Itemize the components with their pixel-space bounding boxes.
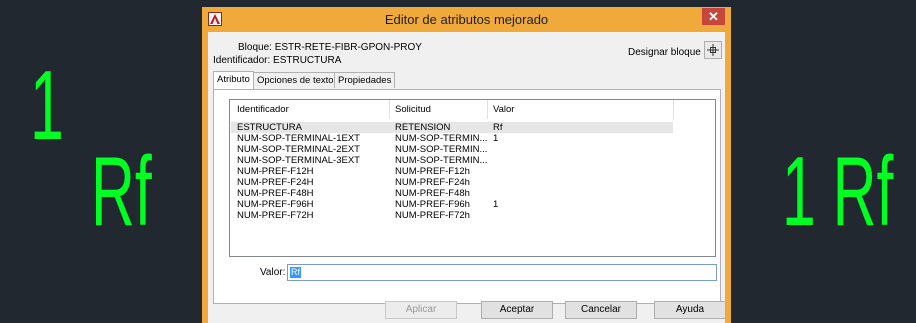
cell-identificador: NUM-SOP-TERMINAL-1EXT — [237, 133, 360, 144]
list-row-estructura[interactable]: ESTRUCTURA RETENSION Rf — [231, 122, 673, 133]
select-block-label: Designar bloque — [628, 47, 701, 58]
list-row[interactable]: NUM-SOP-TERMINAL-1EXT NUM-SOP-TERMIN... … — [231, 133, 673, 144]
cell-solicitud: NUM-PREF-F48h — [395, 188, 470, 199]
list-header: Identificador Solicitud Valor — [230, 100, 715, 119]
cell-valor: 1 — [493, 199, 499, 210]
tab-propiedades[interactable]: Propiedades — [334, 72, 396, 88]
cell-solicitud: NUM-SOP-TERMIN... — [395, 144, 488, 155]
cell-identificador: ESTRUCTURA — [237, 122, 302, 133]
cell-identificador: NUM-PREF-F96H — [237, 199, 314, 210]
cell-valor: 1 — [493, 133, 499, 144]
select-block-button[interactable] — [704, 41, 722, 59]
block-name-label: Bloque: ESTR-RETE-FIBR-GPON-PROY — [238, 42, 422, 53]
help-button[interactable]: Ayuda — [654, 301, 726, 319]
list-row[interactable]: NUM-SOP-TERMINAL-2EXT NUM-SOP-TERMIN... — [231, 144, 673, 155]
cell-identificador: NUM-PREF-F12H — [237, 166, 314, 177]
tab-opciones-de-texto[interactable]: Opciones de texto — [253, 72, 338, 88]
cell-identificador: NUM-PREF-F24H — [237, 177, 314, 188]
cell-identificador: NUM-SOP-TERMINAL-2EXT — [237, 144, 360, 155]
identifier-label: Identificador: ESTRUCTURA — [213, 55, 342, 66]
valor-input-text: Rf — [290, 267, 301, 278]
cell-solicitud: NUM-SOP-TERMIN... — [395, 133, 488, 144]
cancel-button[interactable]: Cancelar — [565, 301, 637, 319]
cell-solicitud: NUM-PREF-F72h — [395, 210, 470, 221]
cell-solicitud: NUM-PREF-F96h — [395, 199, 470, 210]
attribute-list[interactable]: Identificador Solicitud Valor ESTRUCTURA… — [229, 99, 716, 257]
cell-solicitud: NUM-PREF-F12h — [395, 166, 470, 177]
dialog-titlebar[interactable]: Editor de atributos mejorado ✕ — [202, 7, 731, 32]
dialog-body: Bloque: ESTR-RETE-FIBR-GPON-PROY Identif… — [208, 32, 726, 323]
cell-solicitud: RETENSION — [395, 122, 451, 133]
list-row[interactable]: NUM-PREF-F24H NUM-PREF-F24h — [231, 177, 673, 188]
drawing-text-1-rf: 1 Rf — [782, 136, 894, 246]
drawing-text-rf: Rf — [91, 136, 152, 246]
attribute-editor-dialog: Editor de atributos mejorado ✕ Bloque: E… — [202, 7, 731, 323]
list-row[interactable]: NUM-SOP-TERMINAL-3EXT NUM-SOP-TERMIN... — [231, 155, 673, 166]
valor-input[interactable]: Rf — [287, 264, 717, 281]
cell-solicitud: NUM-SOP-TERMIN... — [395, 155, 488, 166]
list-row[interactable]: NUM-PREF-F72H NUM-PREF-F72h — [231, 210, 673, 221]
list-row[interactable]: NUM-PREF-F48H NUM-PREF-F48h — [231, 188, 673, 199]
list-row[interactable]: NUM-PREF-F96H NUM-PREF-F96h 1 — [231, 199, 673, 210]
cell-identificador: NUM-SOP-TERMINAL-3EXT — [237, 155, 360, 166]
column-header-solicitud[interactable]: Solicitud — [395, 104, 431, 115]
attribute-tab-panel: Identificador Solicitud Valor ESTRUCTURA… — [213, 89, 721, 304]
cell-identificador: NUM-PREF-F72H — [237, 210, 314, 221]
valor-label: Valor: — [260, 267, 286, 278]
close-button[interactable]: ✕ — [702, 8, 725, 25]
cell-identificador: NUM-PREF-F48H — [237, 188, 314, 199]
cell-solicitud: NUM-PREF-F24h — [395, 177, 470, 188]
crosshair-icon — [707, 44, 719, 56]
column-header-identificador[interactable]: Identificador — [237, 104, 289, 115]
list-row[interactable]: NUM-PREF-F12H NUM-PREF-F12h — [231, 166, 673, 177]
tab-atributo[interactable]: Atributo — [213, 71, 254, 89]
apply-button[interactable]: Aplicar — [385, 301, 457, 319]
cell-valor: Rf — [493, 122, 503, 133]
column-header-valor[interactable]: Valor — [493, 104, 514, 115]
ok-button[interactable]: Aceptar — [481, 301, 553, 319]
drawing-text-1: 1 — [30, 50, 64, 160]
dialog-title: Editor de atributos mejorado — [384, 12, 549, 27]
